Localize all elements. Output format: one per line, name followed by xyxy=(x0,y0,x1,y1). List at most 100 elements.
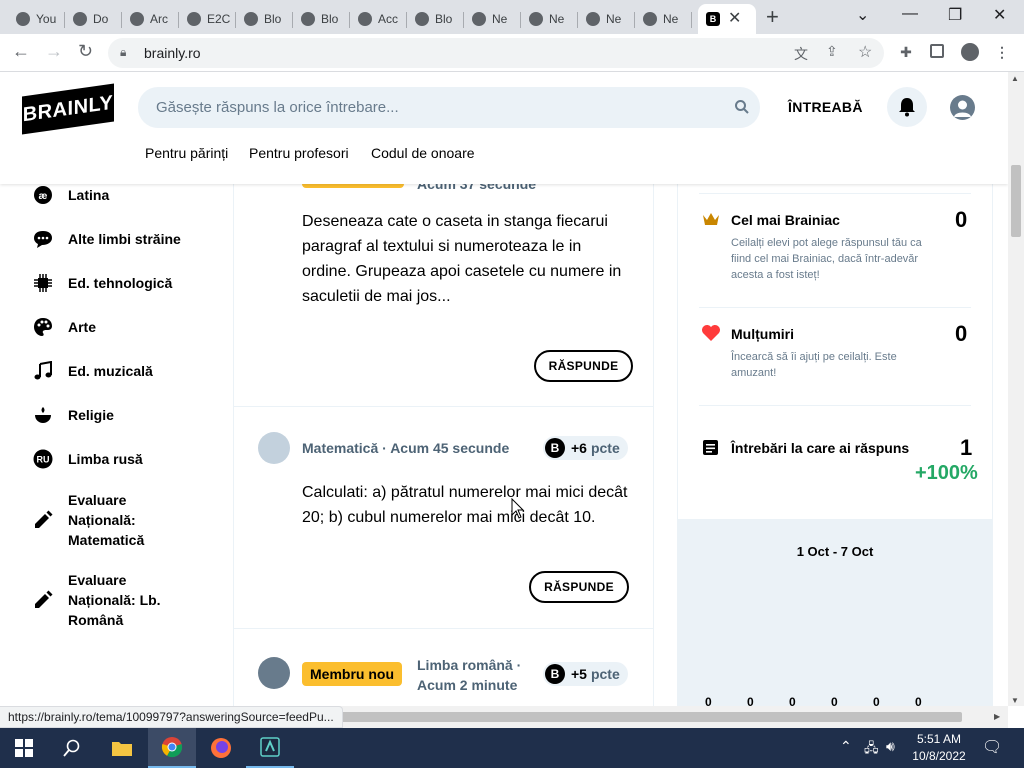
app-taskbar-button[interactable] xyxy=(246,728,294,768)
link-honor-code[interactable]: Codul de onoare xyxy=(371,145,475,161)
answer-button[interactable]: RĂSPUNDE xyxy=(534,350,633,382)
sidebar-item[interactable]: Ed. tehnologică xyxy=(32,272,172,294)
link-teachers[interactable]: Pentru profesori xyxy=(249,145,349,161)
tab-label: You xyxy=(36,12,57,26)
stats-separator xyxy=(699,405,971,406)
tab-active-brainly[interactable]: B xyxy=(698,4,756,34)
crown-icon xyxy=(701,210,721,228)
browser-tab[interactable]: Blo xyxy=(407,4,464,34)
show-hidden-icons[interactable]: ⌃ xyxy=(840,738,852,755)
pencil-icon xyxy=(32,509,54,531)
heart-icon xyxy=(701,324,721,342)
close-tab-icon[interactable]: ✕ xyxy=(728,8,741,28)
browser-tab[interactable]: Ne xyxy=(635,4,692,34)
app-icon xyxy=(260,737,280,757)
answer-button[interactable]: RĂSPUNDE xyxy=(529,571,629,603)
sidebar-item[interactable]: RU Limba rusă xyxy=(32,448,143,470)
volume-icon[interactable]: 🔊︎ xyxy=(886,738,895,755)
browser-tab[interactable]: Blo xyxy=(293,4,350,34)
menu-icon[interactable]: ⋮ xyxy=(994,44,1010,60)
feed-border-right xyxy=(653,184,654,706)
network-icon[interactable]: 🖧︎ xyxy=(864,739,879,761)
points-value: +5 xyxy=(571,666,587,682)
bookmark-star-icon[interactable]: ☆ xyxy=(858,42,872,62)
search-taskbar-button[interactable] xyxy=(48,728,96,768)
user-avatar[interactable] xyxy=(258,432,290,464)
sidebar-item[interactable]: Religie xyxy=(32,404,114,426)
forward-button[interactable]: → xyxy=(45,41,63,62)
extensions-icon[interactable]: ✚ xyxy=(898,44,914,60)
brainly-logo[interactable]: BRAINLY xyxy=(22,83,114,135)
browser-tab[interactable]: Ne xyxy=(578,4,635,34)
restore-button[interactable]: ❐ xyxy=(948,5,962,25)
vertical-scroll-thumb[interactable] xyxy=(1011,165,1021,237)
start-button[interactable] xyxy=(0,728,48,768)
notification-center-icon[interactable]: 🗨︎ xyxy=(982,737,1002,757)
question-subject[interactable]: Matematică xyxy=(302,440,378,456)
back-button[interactable]: ← xyxy=(12,41,30,62)
lock-icon[interactable]: 🔒︎ xyxy=(120,45,126,60)
question-text[interactable]: Calculati: a) pătratul numerelor mai mic… xyxy=(302,480,632,530)
chart-value: 0 xyxy=(705,695,712,706)
scroll-up-arrow[interactable]: ▲ xyxy=(1011,74,1019,83)
search-icon[interactable] xyxy=(734,99,750,115)
browser-tab[interactable]: E2C xyxy=(179,4,236,34)
link-parents[interactable]: Pentru părinți xyxy=(145,145,228,161)
taskbar-clock[interactable]: 5:51 AM 10/8/2022 xyxy=(910,731,968,765)
tab-search-icon[interactable]: ⌄ xyxy=(856,5,869,25)
ask-question-button[interactable]: ÎNTREABĂ xyxy=(788,99,863,115)
translate-icon[interactable]: 文 xyxy=(794,44,808,64)
page-icon xyxy=(130,12,144,26)
sidebar-item[interactable]: æ Latina xyxy=(32,184,109,206)
notion-icon xyxy=(472,12,486,26)
url-text[interactable]: brainly.ro xyxy=(144,45,201,61)
sidebar-item[interactable]: Evaluare Națională: Matematică xyxy=(32,490,168,550)
horizontal-scroll-thumb[interactable] xyxy=(340,712,962,722)
document-icon xyxy=(702,439,719,456)
question-text[interactable]: Deseneaza cate o caseta in stanga fiecar… xyxy=(302,209,632,309)
search-bar[interactable] xyxy=(138,87,760,128)
notion-icon xyxy=(643,12,657,26)
brainiac-title: Cel mai Brainiac xyxy=(731,212,840,228)
search-icon xyxy=(63,739,80,757)
search-input[interactable] xyxy=(138,87,698,128)
scroll-right-arrow[interactable]: ▶ xyxy=(994,712,1000,721)
user-avatar[interactable] xyxy=(258,657,290,689)
notion-icon xyxy=(529,12,543,26)
question-subject[interactable]: Limba română xyxy=(417,657,513,673)
sidebar-item[interactable]: Arte xyxy=(32,316,96,338)
minimize-button[interactable]: — xyxy=(902,5,918,23)
sidebar-item-label: Alte limbi străine xyxy=(68,231,181,247)
file-explorer-button[interactable] xyxy=(98,728,146,768)
address-bar[interactable]: 🔒︎ brainly.ro 文 ⇪ ☆ xyxy=(108,38,884,68)
firefox-taskbar-button[interactable] xyxy=(197,728,245,768)
tab-label: Ne xyxy=(606,12,622,26)
profile-icon[interactable] xyxy=(961,43,979,61)
sidebar-item[interactable]: Ed. muzicală xyxy=(32,360,153,382)
user-avatar-icon[interactable] xyxy=(950,95,975,120)
chrome-taskbar-button[interactable] xyxy=(148,728,196,768)
browser-tab[interactable]: Arc xyxy=(122,4,179,34)
sidebar-item[interactable]: Alte limbi străine xyxy=(32,228,181,250)
browser-tab[interactable]: Ne xyxy=(464,4,521,34)
browser-tab[interactable]: Ne xyxy=(521,4,578,34)
close-window-button[interactable]: ✕ xyxy=(993,5,1006,25)
browser-tab[interactable]: You xyxy=(8,4,65,34)
browser-tab[interactable]: Acc xyxy=(350,4,407,34)
new-tab-button[interactable]: + xyxy=(766,4,779,30)
side-panel-icon[interactable] xyxy=(930,44,944,58)
sidebar-item[interactable]: Evaluare Națională: Lb. Română xyxy=(32,570,168,630)
browser-tab[interactable]: Do xyxy=(65,4,122,34)
thanks-count: 0 xyxy=(955,321,968,346)
ru-badge-icon: RU xyxy=(32,448,54,470)
google-icon xyxy=(16,12,30,26)
web-page: Acum 37 secunde Deseneaza cate o caseta … xyxy=(0,72,1008,706)
clock-time: 5:51 AM xyxy=(916,732,962,746)
points-badge: B +5 pcte xyxy=(543,662,628,686)
notifications-button[interactable] xyxy=(887,87,927,127)
reload-button[interactable]: ↻ xyxy=(78,41,93,62)
chrome-icon xyxy=(161,737,183,758)
share-icon[interactable]: ⇪ xyxy=(826,43,838,60)
browser-tab[interactable]: Blo xyxy=(236,4,293,34)
scroll-down-arrow[interactable]: ▼ xyxy=(1011,696,1019,705)
